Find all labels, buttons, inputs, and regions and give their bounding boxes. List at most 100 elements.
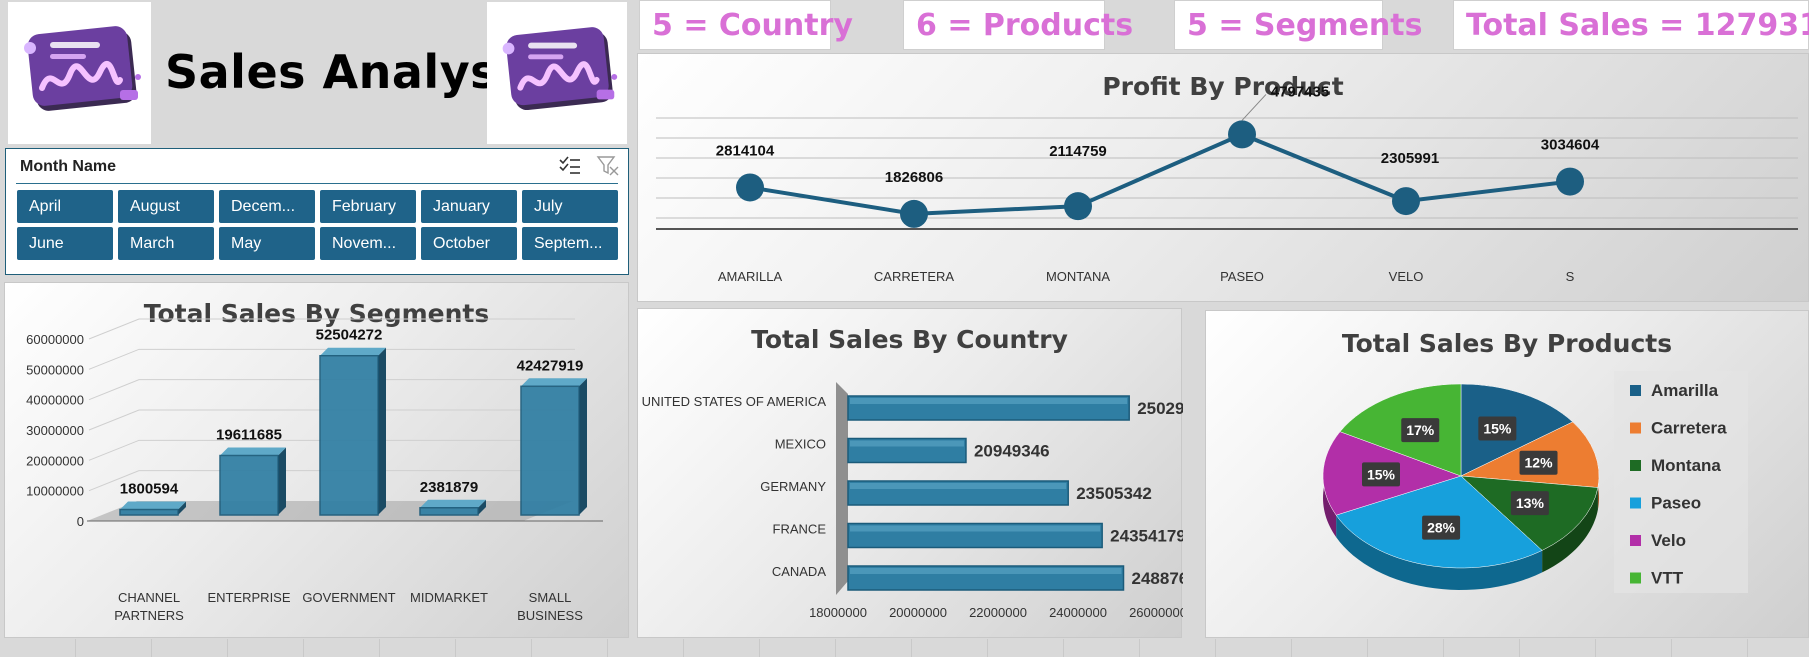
slicer-item-august[interactable]: August (118, 190, 214, 223)
x-tick-label: 22000000 (969, 605, 1027, 620)
data-label: 4797435 (1271, 83, 1329, 100)
bar-top (120, 501, 186, 510)
y-tick-label: 60000000 (26, 332, 84, 347)
data-label: 19611685 (216, 427, 282, 444)
country-bar (847, 522, 1103, 549)
segment-bar (219, 447, 286, 516)
slicer-items: April August Decem... February January J… (17, 190, 618, 260)
x-tick-label: 20000000 (889, 605, 947, 620)
y-tick-label: 10000000 (26, 484, 84, 499)
y-tick-label: MEXICO (775, 437, 826, 452)
country-plot: 18000000 20000000 22000000 24000000 26000000… (642, 382, 1183, 620)
data-label: 1800594 (120, 481, 179, 498)
data-label: 52504272 (316, 327, 383, 344)
slicer-item-january[interactable]: January (421, 190, 517, 223)
x-tick-label: 26000000 (1129, 605, 1183, 620)
sheet-grid (0, 639, 1809, 657)
legend-swatch (1630, 422, 1641, 434)
slicer-item-october[interactable]: October (421, 227, 517, 260)
legend-swatch (1630, 460, 1641, 471)
y-tick-label: 30000000 (26, 423, 84, 438)
slicer-item-february[interactable]: February (320, 190, 416, 223)
profit-point (1064, 192, 1092, 221)
bar-highlight (850, 525, 1101, 532)
axis-wall (836, 382, 848, 595)
clear-filter-icon[interactable] (596, 155, 620, 177)
kpi-product-count: 6 = Products (903, 0, 1133, 50)
country-bar (847, 437, 967, 464)
country-bar (847, 395, 1130, 421)
y-tick-label: UNITED STATES OF AMERICA (642, 394, 827, 409)
app-logo-left (8, 2, 151, 144)
kpi-total-sales: Total Sales = 127931601 (1453, 0, 1809, 50)
profit-plot: 2814104 AMARILLA 1826806 CARRETERA 2114759 MO… (656, 83, 1798, 284)
segment-bar (119, 501, 186, 516)
slicer-item-june[interactable]: June (17, 227, 113, 260)
bar-side (278, 447, 286, 515)
segment-bar (419, 499, 486, 516)
data-label: 2814104 (716, 142, 775, 159)
x-tick-label: AMARILLA (718, 269, 783, 284)
x-tick-label: SMALL (529, 590, 572, 605)
profit-by-product-chart[interactable]: Profit By Product 2814104 AMARILLA 1826806… (637, 53, 1809, 302)
x-tick-label: MONTANA (1046, 269, 1110, 284)
kpi-country-count: 5 = Country (639, 0, 853, 50)
bar-highlight (850, 483, 1067, 489)
legend-label: Carretera (1651, 419, 1727, 438)
sales-by-products-chart[interactable]: Total Sales By Products 15% 12% 13% 28% 15% 1… (1205, 310, 1809, 638)
profit-point (1228, 120, 1256, 149)
profit-point (1556, 167, 1584, 196)
bar-front (520, 385, 580, 516)
bar-front (219, 454, 279, 516)
slicer-item-may[interactable]: May (219, 227, 315, 260)
bar-front (419, 507, 479, 516)
data-label: 2381879 (420, 479, 478, 496)
profit-series-line (749, 132, 1571, 216)
legend-swatch (1630, 385, 1641, 396)
data-label: 2305991 (1381, 150, 1439, 167)
data-label: 24887652 (1132, 569, 1183, 588)
slicer-item-july[interactable]: July (522, 190, 618, 223)
slicer-item-march[interactable]: March (118, 227, 214, 260)
x-tick-label: GOVERNMENT (302, 590, 395, 605)
pie-percent-label: 12% (1525, 455, 1554, 471)
data-label: 24354179 (1110, 527, 1183, 546)
legend-label: VTT (1651, 569, 1684, 588)
sales-by-country-chart[interactable]: Total Sales By Country 18000000 20000000 2… (637, 308, 1183, 638)
country-bar (847, 480, 1069, 506)
slicer-item-november[interactable]: Novem... (320, 227, 416, 260)
data-label: 20949346 (974, 442, 1050, 461)
profit-point (900, 199, 928, 228)
data-label: 3034604 (1541, 137, 1600, 154)
bar-front (319, 354, 379, 516)
x-tick-label: BUSINESS (517, 608, 583, 623)
x-tick-label: PASEO (1220, 269, 1264, 284)
country-bar (847, 565, 1125, 591)
legend-swatch (1630, 572, 1641, 584)
x-tick-label: S (1566, 269, 1575, 284)
legend-label: Amarilla (1651, 381, 1719, 400)
slicer-item-december[interactable]: Decem... (219, 190, 315, 223)
y-tick-label: GERMANY (760, 479, 826, 494)
multi-select-icon[interactable] (558, 155, 582, 177)
x-tick-label: ENTERPRISE (207, 590, 290, 605)
segment-bar (520, 378, 587, 516)
bar-top (220, 447, 286, 456)
y-tick-label: CANADA (772, 564, 827, 579)
pie-percent-label: 28% (1427, 520, 1456, 536)
slicer-item-april[interactable]: April (17, 190, 113, 223)
kpi-segment-count: 5 = Segments (1174, 0, 1423, 50)
profit-point (736, 173, 764, 202)
segment-bar (319, 347, 386, 516)
x-tick-label: 24000000 (1049, 605, 1107, 620)
data-label: 42427919 (517, 357, 584, 374)
app-title: Sales Analysis (165, 45, 543, 99)
bar-top (420, 499, 486, 508)
legend-swatch (1630, 535, 1641, 546)
x-tick-label: CHANNEL (118, 590, 180, 605)
data-label: 2114759 (1049, 143, 1107, 160)
slicer-item-september[interactable]: Septem... (522, 227, 618, 260)
pie-percent-label: 17% (1406, 422, 1435, 438)
pie-percent-label: 13% (1516, 495, 1545, 511)
sales-by-segments-chart[interactable]: Total Sales By Segments 0 10000000 2000000… (4, 282, 629, 638)
